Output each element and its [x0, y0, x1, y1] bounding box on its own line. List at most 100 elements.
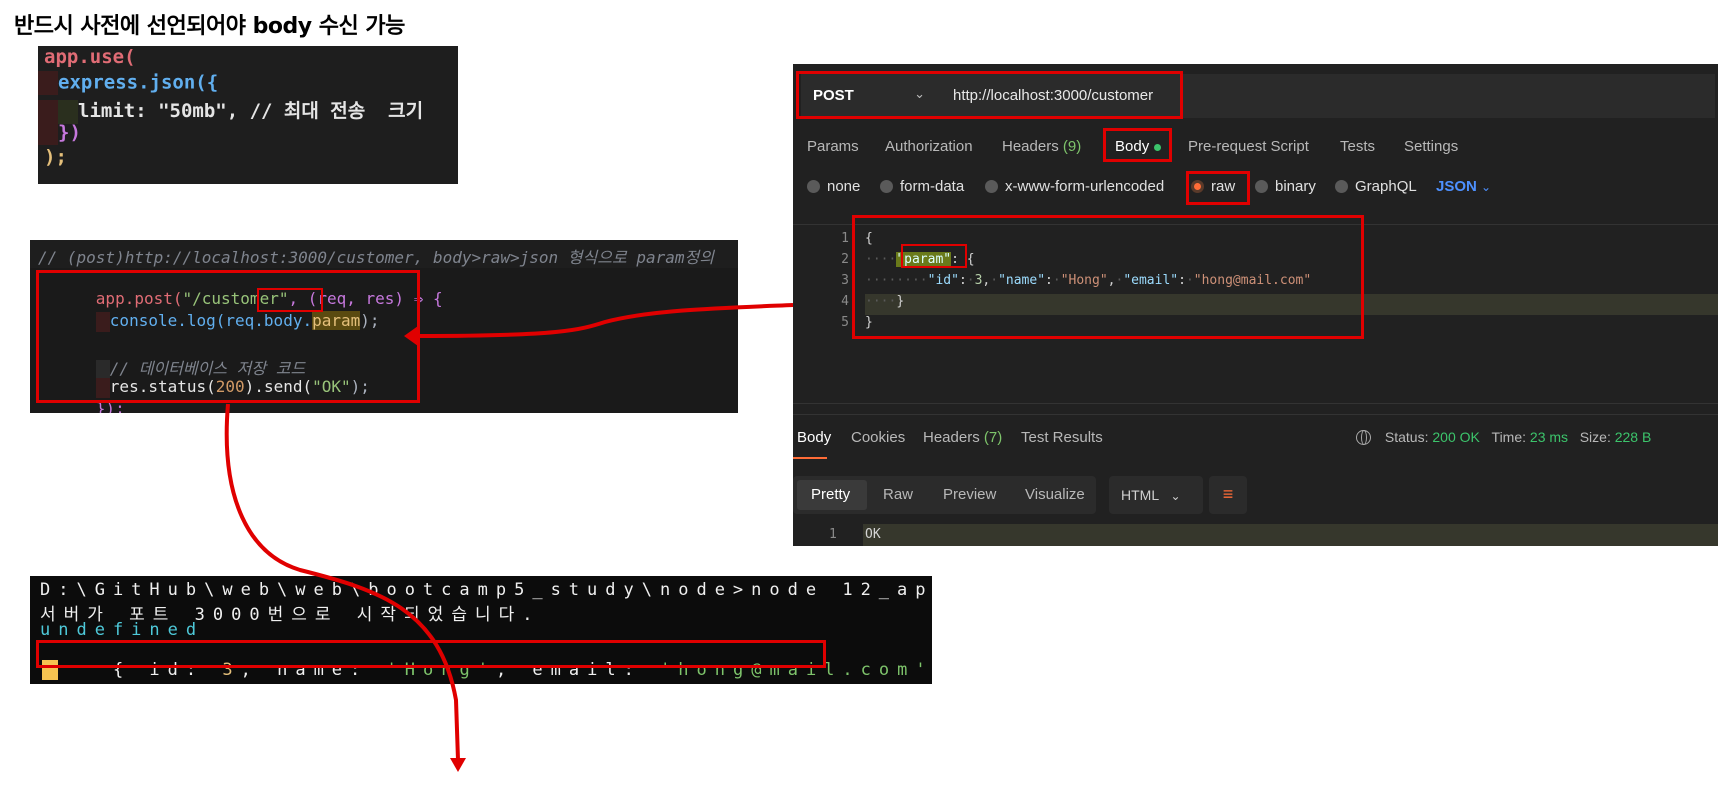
radio-x-www-form-urlencoded[interactable]: x-www-form-urlencoded [985, 178, 1164, 195]
code-line: }) [58, 121, 81, 144]
tab-settings[interactable]: Settings [1404, 138, 1458, 155]
tab-body[interactable]: Body [1115, 138, 1162, 155]
method-label: POST [813, 87, 854, 104]
radio-none[interactable]: none [807, 178, 860, 195]
terminal-cursor [42, 660, 58, 680]
chevron-down-icon: ⌄ [1170, 489, 1181, 503]
tab-tests[interactable]: Tests [1340, 138, 1375, 155]
arrow-head [450, 758, 466, 772]
url-input[interactable]: http://localhost:3000/customer [939, 74, 1715, 118]
json-value: 3 [974, 273, 983, 288]
tab-headers-label: Headers [1002, 138, 1059, 155]
response-view-bar: Pretty Raw Preview Visualize HTML ⌄ ≡ [793, 476, 1718, 514]
terminal-output-object: { id: 3, name: 'Hong', email: 'hong@mail… [40, 640, 932, 680]
line-number: 2 [841, 252, 849, 267]
response-format-label: HTML [1121, 487, 1159, 503]
active-tab-underline [793, 457, 827, 459]
chevron-down-icon: ⌄ [914, 86, 925, 101]
response-tabs: Body Cookies Headers (7) Test Results St… [793, 414, 1718, 459]
code-comment: // (post)http://localhost:3000/customer,… [38, 248, 714, 267]
line-number: 4 [841, 294, 849, 309]
code-line: ); [44, 146, 67, 168]
terminal-token: , email: [495, 660, 661, 680]
view-pretty-button[interactable]: Pretty [811, 486, 850, 503]
indent-guide [95, 311, 110, 332]
indent-guide [58, 99, 78, 124]
response-body: 1 OK [793, 524, 1718, 546]
terminal-token: 'hong@mail.com' [660, 660, 932, 680]
radio-label: x-www-form-urlencoded [1005, 178, 1165, 195]
page-heading: 반드시 사전에 선언되어야 body 수신 가능 [14, 14, 405, 39]
time-value: 23 ms [1529, 429, 1569, 445]
status-value: 200 OK [1432, 429, 1480, 445]
wrap-lines-icon[interactable]: ≡ [1209, 476, 1247, 514]
radio-circle [880, 180, 893, 193]
tab-authorization[interactable]: Authorization [885, 138, 973, 155]
json-value: "Hong" [1060, 273, 1108, 288]
radio-circle [1255, 180, 1268, 193]
json-key-param: "param" [896, 252, 952, 267]
time-label: Time: [1491, 429, 1527, 445]
body-format-select[interactable]: JSON ⌄ [1436, 178, 1491, 195]
body-editor[interactable]: 1{ 2 ····"param": { 3 ········"id":·3,·"na… [793, 224, 1718, 404]
code-token: ); [360, 311, 380, 330]
code-line: limit: "50mb", // 최대 전송 크기 [78, 100, 424, 122]
tab-headers-count: (9) [1062, 138, 1082, 155]
terminal-line: 서버가 포트 3000번으로 시작되었습니다. [40, 605, 541, 625]
line-number: 1 [829, 527, 837, 542]
json-token: : { [951, 252, 975, 267]
radio-binary[interactable]: binary [1255, 178, 1316, 195]
view-raw-button[interactable]: Raw [883, 486, 913, 503]
terminal-line: D:\GitHub\web\web\bootcamp5_study\node>n… [40, 580, 932, 600]
line-number: 1 [841, 231, 849, 246]
radio-graphql[interactable]: GraphQL [1335, 178, 1417, 195]
terminal-line: undefined [40, 620, 205, 640]
indent-guide [38, 99, 58, 124]
postman-request-panel: POST ⌄ http://localhost:3000/customer Pa… [793, 64, 1718, 546]
editor-line: ····"param": { [865, 252, 975, 267]
tab-params[interactable]: Params [807, 138, 859, 155]
response-tab-headers-label: Headers [923, 429, 980, 446]
line-number: 5 [841, 315, 849, 330]
response-status-bar: Status: 200 OK Time: 23 ms Size: 228 B [1356, 429, 1651, 445]
response-tab-cookies[interactable]: Cookies [851, 429, 905, 446]
tab-body-label: Body [1115, 138, 1150, 155]
radio-form-data[interactable]: form-data [880, 178, 964, 195]
terminal-token: { id: [112, 660, 223, 680]
indent-guide [38, 71, 58, 95]
status-label: Status: [1384, 429, 1429, 445]
indent-guide [38, 121, 58, 145]
json-token: } [896, 294, 905, 309]
tab-pre-request-script[interactable]: Pre-request Script [1188, 138, 1309, 155]
response-tab-test-results[interactable]: Test Results [1021, 429, 1103, 446]
json-key: "email" [1123, 273, 1179, 288]
code-token-param: param [312, 311, 361, 330]
code-snippet-app-post: // (post)http://localhost:3000/customer,… [30, 240, 738, 413]
tab-headers[interactable]: Headers (9) [1002, 138, 1081, 155]
radio-label: raw [1211, 178, 1236, 195]
code-snippet-app-use: app.use( express.json({ limit: "50mb", /… [38, 46, 458, 184]
code-area: app.post("/customer", (req, res) ⇒ { con… [30, 268, 738, 413]
response-tab-headers[interactable]: Headers (7) [923, 429, 1002, 446]
response-tab-body[interactable]: Body [797, 429, 831, 446]
editor-line: ····} [865, 294, 905, 309]
radio-circle [1191, 180, 1204, 193]
view-visualize-button[interactable]: Visualize [1025, 486, 1085, 503]
radio-raw[interactable]: raw [1191, 178, 1235, 195]
radio-label: binary [1275, 178, 1316, 195]
response-format-select[interactable]: HTML ⌄ [1109, 476, 1203, 514]
size-value: 228 B [1614, 429, 1652, 445]
code-line: express.json({ [58, 71, 219, 94]
terminal-token: 3 [222, 660, 241, 680]
body-format-label: JSON [1436, 178, 1477, 195]
code-line: app.use( [44, 46, 136, 68]
editor-line: { [865, 231, 873, 246]
response-body-text: OK [865, 527, 881, 542]
view-preview-button[interactable]: Preview [943, 486, 996, 503]
terminal-token: , name: [240, 660, 387, 680]
method-select[interactable]: POST ⌄ [801, 74, 939, 118]
json-value: "hong@mail.com" [1193, 273, 1312, 288]
globe-icon[interactable] [1356, 430, 1371, 445]
response-tab-headers-count: (7) [983, 429, 1003, 446]
line-highlight [863, 524, 1718, 546]
